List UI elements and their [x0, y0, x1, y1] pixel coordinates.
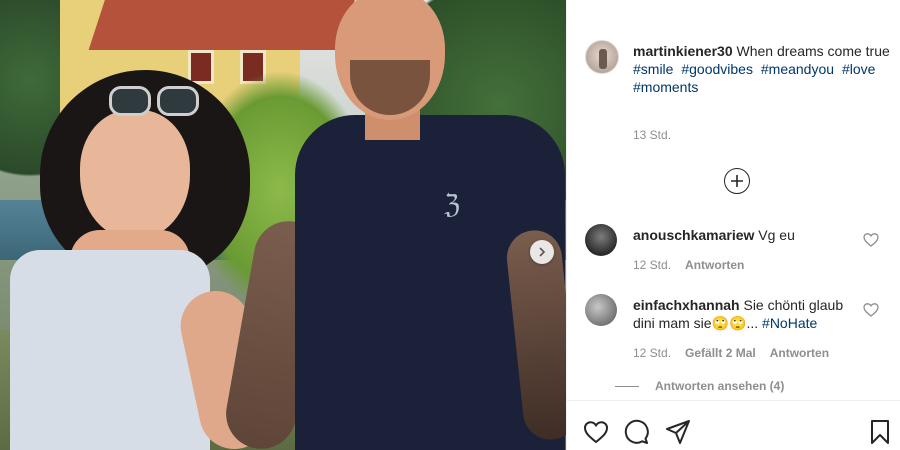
commenter-avatar[interactable]	[585, 224, 617, 256]
comment-item: einfachxhannah Sie chönti glaub dini mam…	[585, 294, 891, 364]
commenter-avatar[interactable]	[585, 294, 617, 326]
post-side-panel: martinkiener30 When dreams come true #sm…	[566, 0, 900, 450]
commenter-username[interactable]: anouschkamariew	[633, 227, 754, 243]
hashtag-link[interactable]: #meandyou	[761, 61, 834, 77]
replies-divider-line	[615, 385, 639, 387]
post-photo[interactable]: ℨ	[0, 0, 566, 450]
plus-circle-icon	[731, 175, 743, 187]
caption-body: When dreams come true	[736, 43, 890, 59]
heart-icon[interactable]	[863, 232, 879, 248]
comment-item: anouschkamariew Vg eu 12 Std. Antworten	[585, 224, 891, 284]
comment-meta: 12 Std. Antworten	[633, 258, 744, 272]
photo-woman-face	[80, 110, 190, 240]
author-username[interactable]: martinkiener30	[633, 43, 733, 59]
hashtag-link[interactable]: #smile	[633, 61, 673, 77]
comment-time[interactable]: 12 Std.	[633, 258, 671, 272]
load-more-comments-button[interactable]	[724, 168, 750, 194]
bookmark-icon[interactable]	[867, 419, 893, 445]
photo-shirt-logo: ℨ	[443, 190, 461, 220]
send-icon[interactable]	[665, 419, 691, 445]
comment-body: einfachxhannah Sie chönti glaub dini mam…	[633, 296, 853, 332]
comment-time[interactable]: 12 Std.	[633, 346, 671, 360]
caption-text: martinkiener30 When dreams come true #sm…	[633, 42, 891, 96]
next-photo-button[interactable]	[530, 240, 554, 264]
comment-hashtag-link[interactable]: #NoHate	[762, 315, 817, 331]
comment-icon[interactable]	[623, 419, 649, 445]
comment-emojis: 🙄🙄...	[711, 315, 759, 331]
comment-likes[interactable]: Gefällt 2 Mal	[685, 346, 756, 360]
photo-woman-top	[10, 250, 210, 450]
comment-body: anouschkamariew Vg eu	[633, 226, 853, 244]
hashtag-link[interactable]: #moments	[633, 79, 698, 95]
commenter-username[interactable]: einfachxhannah	[633, 297, 740, 313]
instagram-post-view: ℨ martinkiener30 When dreams come true #…	[0, 0, 900, 450]
chevron-right-icon	[539, 247, 546, 257]
hashtag-link[interactable]: #goodvibes	[681, 61, 753, 77]
reply-button[interactable]: Antworten	[685, 258, 744, 272]
heart-icon[interactable]	[583, 419, 609, 445]
photo-sunglasses	[105, 80, 205, 120]
comment-meta: 12 Std. Gefällt 2 Mal Antworten	[633, 346, 829, 360]
post-action-bar	[567, 400, 900, 450]
author-avatar[interactable]	[585, 40, 619, 74]
comment-text: Vg eu	[758, 227, 795, 243]
photo-house-roof	[88, 0, 362, 50]
reply-button[interactable]: Antworten	[770, 346, 829, 360]
post-timestamp[interactable]: 13 Std.	[633, 128, 671, 142]
caption-hashtags: #smile #goodvibes #meandyou #love #momen…	[633, 60, 891, 96]
hashtag-link[interactable]: #love	[842, 61, 875, 77]
view-replies-label: Antworten ansehen (4)	[655, 379, 785, 393]
heart-icon[interactable]	[863, 302, 879, 318]
view-replies-button[interactable]: Antworten ansehen (4)	[615, 379, 784, 393]
